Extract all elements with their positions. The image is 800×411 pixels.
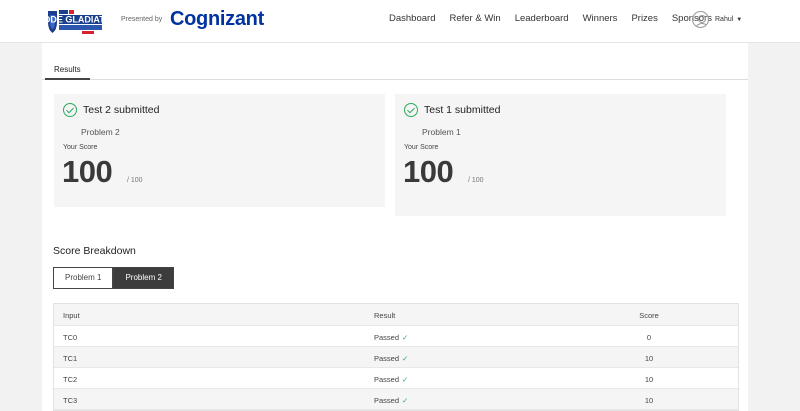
- cell-score: 10: [644, 375, 654, 384]
- check-circle-icon: [63, 103, 77, 117]
- cognizant-logo[interactable]: Cognizant: [170, 8, 264, 31]
- problem-toggle: Problem 1 Problem 2: [53, 267, 174, 289]
- tab-results[interactable]: Results: [45, 61, 90, 80]
- svg-text:CODE GLADIATORS: CODE GLADIATORS: [42, 15, 112, 25]
- results-panel: Results Test 2 submitted Problem 2 Your …: [42, 43, 748, 411]
- main-nav: Dashboard Refer & Win Leaderboard Winner…: [389, 13, 726, 24]
- nav-winners[interactable]: Winners: [583, 13, 618, 24]
- table-row: TC1 Passed ✓ 10: [54, 347, 738, 368]
- table-header: Input Result Score: [54, 304, 738, 326]
- column-header-input: Input: [63, 311, 80, 320]
- problem-1-button[interactable]: Problem 1: [53, 267, 114, 289]
- cell-result: Passed ✓: [374, 396, 409, 405]
- avatar-icon[interactable]: [692, 11, 709, 28]
- table-row: TC2 Passed ✓ 10: [54, 368, 738, 389]
- table-row: TC0 Passed ✓ 0: [54, 326, 738, 347]
- card-problem: Problem 2: [81, 127, 120, 137]
- cell-input: TC3: [63, 396, 78, 405]
- cell-score: 10: [644, 396, 654, 405]
- tabs-divider: [42, 79, 748, 80]
- column-header-result: Result: [374, 311, 396, 320]
- top-header: CODE GLADIATORS Presented by Cognizant D…: [0, 0, 800, 43]
- table-row: TC3 Passed ✓ 10: [54, 389, 738, 410]
- score-value: 100: [62, 154, 113, 189]
- your-score-label: Your Score: [404, 144, 439, 151]
- score-breakdown-table: Input Result Score TC0 Passed ✓ 0 TC1 Pas…: [53, 303, 739, 411]
- problem-2-button[interactable]: Problem 2: [113, 267, 174, 289]
- cell-input: TC2: [63, 375, 78, 384]
- chevron-down-icon[interactable]: ▼: [736, 17, 742, 23]
- nav-refer-and-win[interactable]: Refer & Win: [449, 13, 500, 24]
- check-icon: ✓: [402, 333, 409, 342]
- nav-leaderboard[interactable]: Leaderboard: [515, 13, 569, 24]
- presented-by-label: Presented by: [121, 16, 163, 23]
- your-score-label: Your Score: [63, 144, 98, 151]
- user-menu[interactable]: Rahul ▼: [692, 11, 742, 28]
- card-title: Test 2 submitted: [83, 104, 160, 116]
- card-title: Test 1 submitted: [424, 104, 501, 116]
- code-gladiators-logo[interactable]: CODE GLADIATORS: [42, 8, 112, 36]
- score-breakdown-title: Score Breakdown: [53, 245, 136, 257]
- score-value: 100: [403, 154, 454, 189]
- test-2-result-card: Test 2 submitted Problem 2 Your Score 10…: [54, 94, 385, 207]
- cell-input: TC0: [63, 333, 78, 342]
- user-name[interactable]: Rahul: [715, 16, 733, 23]
- cell-result: Passed ✓: [374, 333, 409, 342]
- column-header-score: Score: [639, 311, 659, 320]
- check-icon: ✓: [402, 354, 409, 363]
- card-problem: Problem 1: [422, 127, 461, 137]
- check-icon: ✓: [402, 375, 409, 384]
- nav-prizes[interactable]: Prizes: [631, 13, 657, 24]
- cell-score: 0: [646, 333, 652, 342]
- cell-input: TC1: [63, 354, 78, 363]
- test-1-result-card: Test 1 submitted Problem 1 Your Score 10…: [395, 94, 726, 216]
- cell-result: Passed ✓: [374, 354, 409, 363]
- check-circle-icon: [404, 103, 418, 117]
- cell-score: 10: [644, 354, 654, 363]
- score-max: / 100: [468, 177, 484, 184]
- score-max: / 100: [127, 177, 143, 184]
- cell-result: Passed ✓: [374, 375, 409, 384]
- check-icon: ✓: [402, 396, 409, 405]
- nav-dashboard[interactable]: Dashboard: [389, 13, 435, 24]
